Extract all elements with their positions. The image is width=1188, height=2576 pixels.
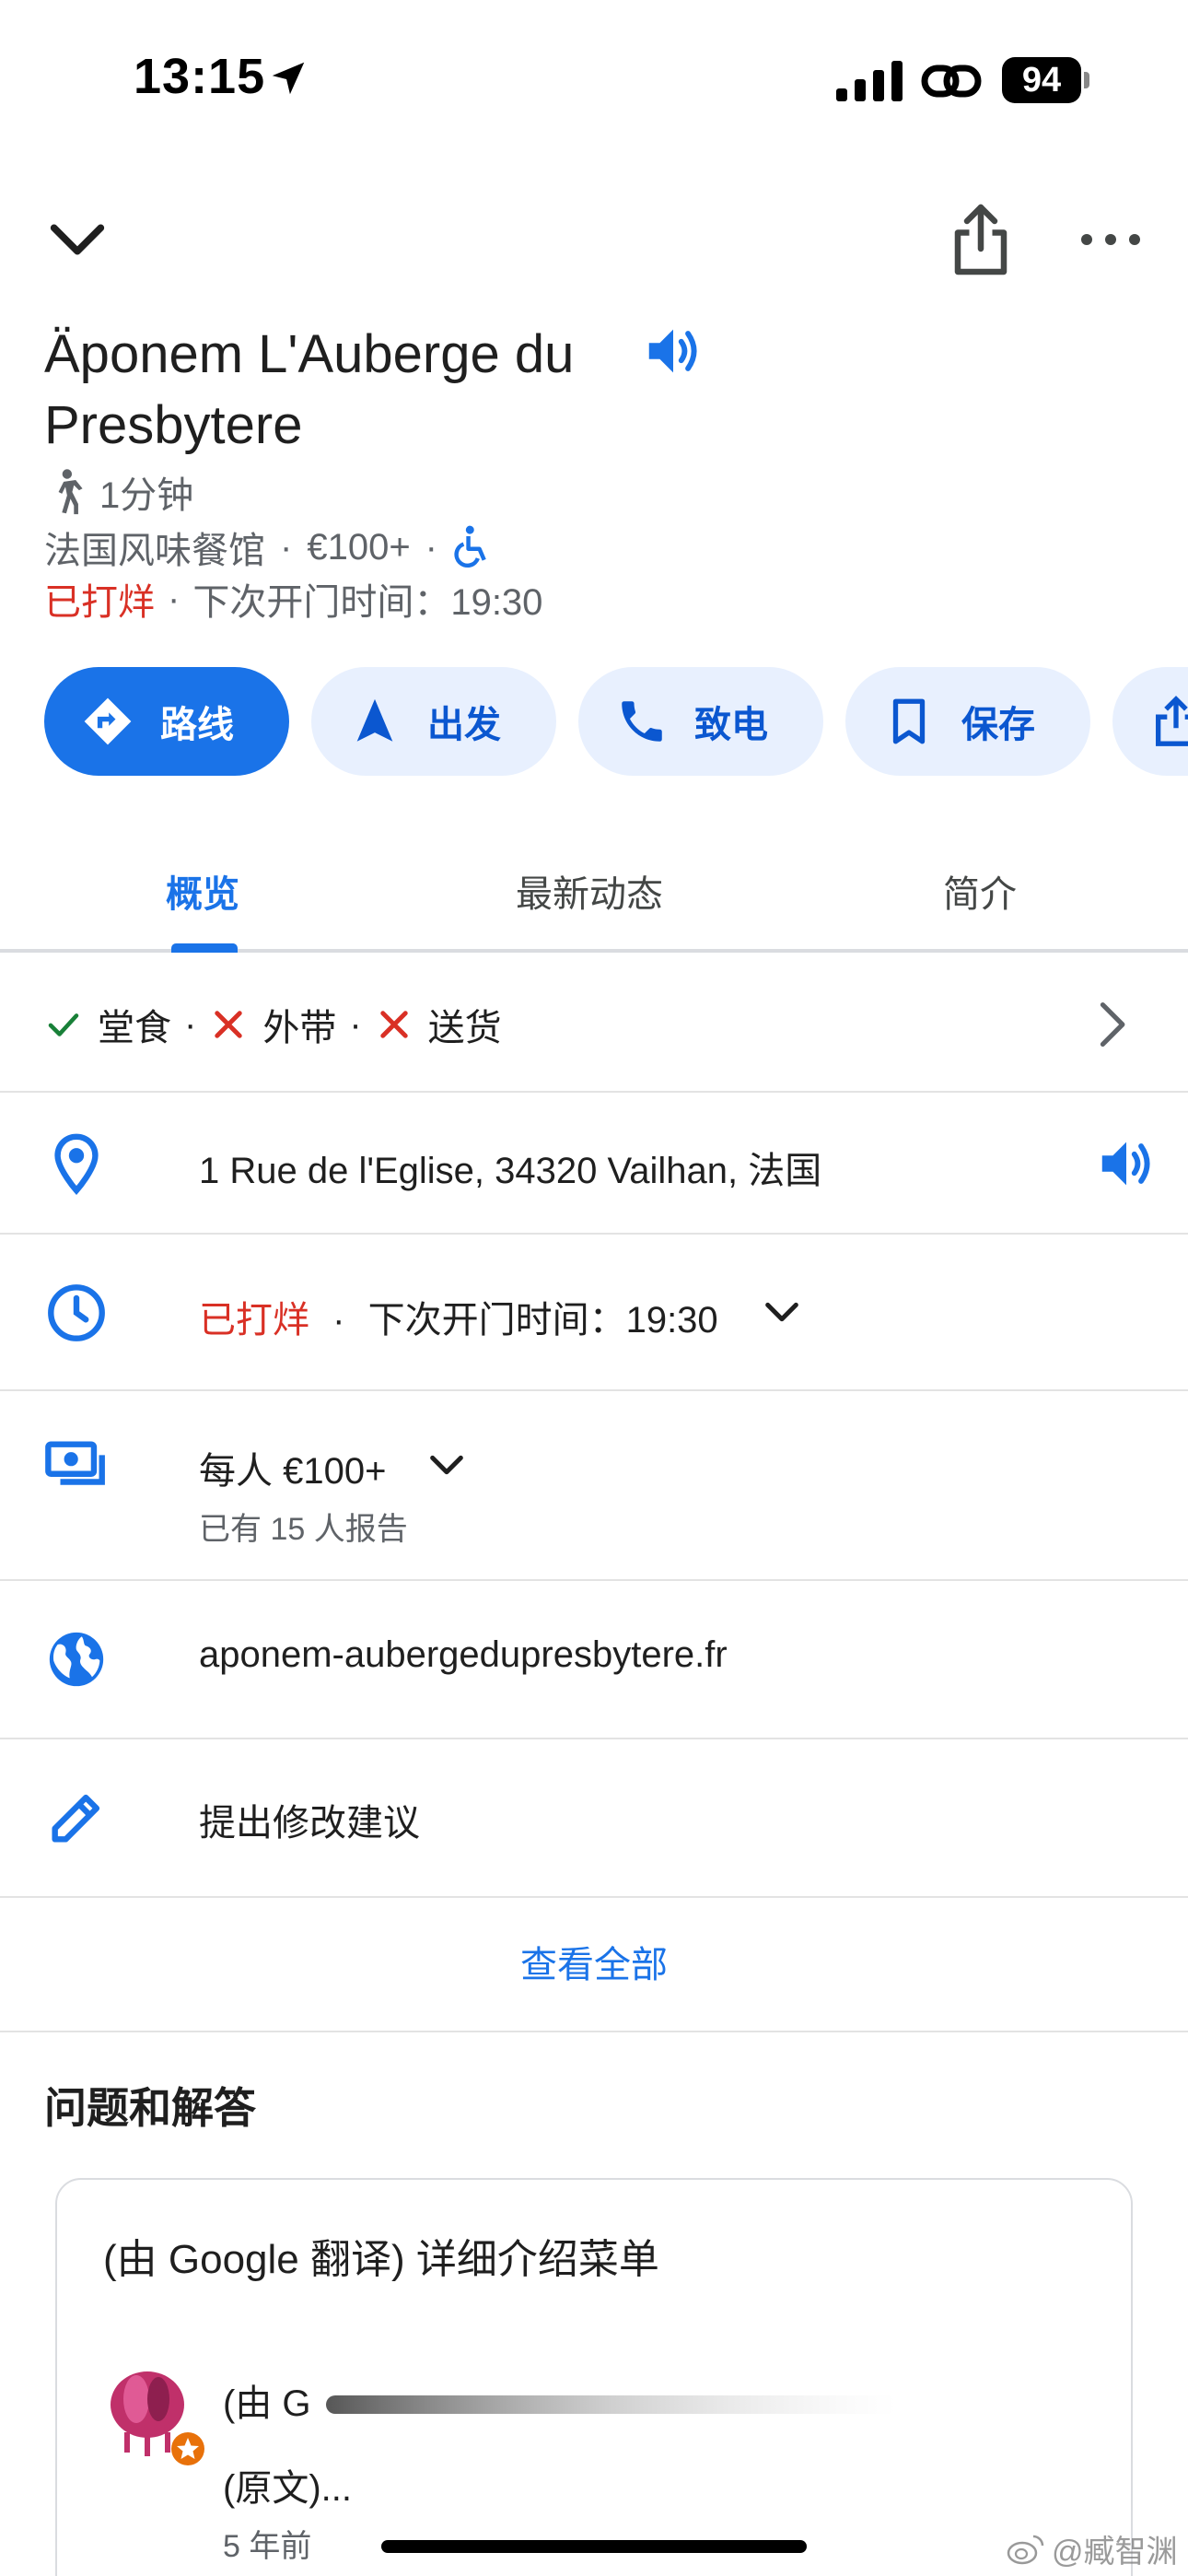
- separator-dot: ·: [168, 578, 181, 619]
- suggest-edit-row[interactable]: 提出修改建议: [0, 1739, 1188, 1898]
- qa-card[interactable]: (由 Google 翻译) 详细介绍菜单 (由 G (原文)... 5 年前: [55, 2178, 1133, 2576]
- tab-bar: 概览 最新动态 简介: [0, 829, 1188, 953]
- avatar: [111, 2371, 204, 2465]
- category-row: 法国风味餐馆 · €100+ ·: [44, 520, 491, 575]
- place-title: Äponem L'Auberge du Presbytere: [44, 324, 575, 455]
- battery-indicator: 94: [1002, 57, 1089, 103]
- qa-question: (由 Google 翻译) 详细介绍菜单: [103, 2237, 659, 2282]
- tab-about[interactable]: 简介: [943, 864, 1017, 918]
- share-chip-button[interactable]: [1112, 667, 1188, 776]
- tab-overview[interactable]: 概览: [166, 864, 239, 918]
- speaker-icon[interactable]: [1094, 1131, 1159, 1196]
- speaker-icon[interactable]: [641, 319, 705, 383]
- home-indicator[interactable]: [381, 2540, 807, 2553]
- navigation-icon: [356, 698, 393, 742]
- more-options-icon[interactable]: [1076, 221, 1146, 258]
- qa-answer-original: (原文)...: [223, 2468, 352, 2509]
- save-button[interactable]: 保存: [845, 667, 1090, 776]
- personal-hotspot-icon: [921, 64, 982, 98]
- action-chips: 路线 出发 致电 保存: [44, 667, 1188, 776]
- takeout-label: 外带: [262, 1008, 337, 1048]
- start-label: 出发: [427, 705, 501, 745]
- separator-dot: ·: [425, 526, 437, 568]
- globe-icon: [49, 1632, 104, 1687]
- save-label: 保存: [961, 705, 1035, 745]
- walking-icon: [58, 469, 83, 515]
- chevron-down-icon[interactable]: [761, 1295, 803, 1332]
- website-row[interactable]: aponem-aubergedupresbytere.fr: [0, 1581, 1188, 1739]
- cellular-signal-icon: [836, 61, 903, 101]
- chevron-down-icon[interactable]: [42, 205, 112, 275]
- directions-icon: [84, 697, 132, 745]
- cross-icon: [215, 1011, 243, 1038]
- section-divider: [0, 2031, 1188, 2032]
- next-open-time: 下次开门时间：19:30: [192, 582, 543, 623]
- address-text: 1 Rue de l'Eglise, 34320 Vailhan, 法国: [199, 1151, 822, 1191]
- price-reports: 已有 15 人报告: [199, 1512, 408, 1547]
- phone-icon: [622, 701, 662, 742]
- location-arrow-icon: [272, 62, 305, 95]
- address-row[interactable]: 1 Rue de l'Eglise, 34320 Vailhan, 法国: [0, 1093, 1188, 1235]
- price-per-person: 每人 €100+: [199, 1451, 387, 1492]
- closed-status: 已打烊: [199, 1300, 309, 1341]
- status-bar: 13:15 94: [0, 0, 1188, 157]
- qa-heading: 问题和解答: [44, 2084, 256, 2132]
- separator-dot: ·: [332, 1300, 345, 1341]
- loading-shimmer: [326, 2395, 897, 2414]
- closed-status: 已打烊: [44, 582, 155, 623]
- delivery-label: 送货: [427, 1008, 502, 1048]
- weibo-logo-icon: [1007, 2535, 1044, 2564]
- hours-row[interactable]: 已打烊 · 下次开门时间：19:30: [0, 1235, 1188, 1391]
- watermark-text: @臧智渊: [1052, 2535, 1178, 2570]
- bookmark-icon: [892, 698, 926, 744]
- suggest-edit-label: 提出修改建议: [199, 1803, 420, 1844]
- wheelchair-accessible-icon: [454, 525, 486, 568]
- view-all-link[interactable]: 查看全部: [0, 1935, 1188, 1988]
- separator-dot: ·: [184, 1003, 197, 1045]
- category-label: 法国风味餐馆: [44, 531, 265, 571]
- next-open-time: 下次开门时间：19:30: [367, 1300, 718, 1341]
- service-options: 堂食 · 外带 · 送货: [44, 997, 502, 1052]
- chevron-right-icon: [1100, 1002, 1125, 1047]
- status-time: 13:15: [134, 49, 266, 104]
- qa-answer: (由 G: [223, 2383, 311, 2424]
- chevron-down-icon[interactable]: [425, 1448, 468, 1485]
- walk-time-row: 1分钟: [44, 464, 193, 520]
- website-link: aponem-aubergedupresbytere.fr: [199, 1634, 728, 1675]
- battery-level: 94: [1002, 57, 1081, 103]
- separator-dot: ·: [349, 1003, 362, 1045]
- watermark: @臧智渊: [1006, 2526, 1178, 2571]
- call-label: 致电: [694, 705, 768, 745]
- directions-button[interactable]: 路线: [44, 667, 289, 776]
- dine-in-label: 堂食: [98, 1008, 171, 1048]
- open-status-row: 已打烊 · 下次开门时间：19:30: [44, 571, 542, 626]
- start-button[interactable]: 出发: [311, 667, 556, 776]
- cross-icon: [379, 1011, 408, 1038]
- check-icon: [48, 1013, 79, 1036]
- cash-icon: [45, 1441, 105, 1485]
- price-row[interactable]: 每人 €100+ 已有 15 人报告: [0, 1391, 1188, 1581]
- location-pin-icon: [54, 1133, 99, 1196]
- active-tab-indicator: [171, 943, 238, 953]
- separator-dot: ·: [280, 526, 293, 568]
- hours-text: 已打烊 · 下次开门时间：19:30: [199, 1290, 718, 1343]
- call-button[interactable]: 致电: [578, 667, 823, 776]
- walk-time: 1分钟: [99, 475, 194, 516]
- directions-label: 路线: [160, 705, 234, 745]
- share-icon: [1156, 696, 1188, 746]
- price-level: €100+: [307, 526, 411, 568]
- clock-icon: [48, 1284, 105, 1341]
- share-icon[interactable]: [949, 203, 1013, 276]
- battery-cap: [1084, 72, 1089, 88]
- qa-timestamp: 5 年前: [223, 2529, 312, 2564]
- tab-updates[interactable]: 最新动态: [516, 864, 663, 918]
- pencil-icon: [52, 1794, 100, 1843]
